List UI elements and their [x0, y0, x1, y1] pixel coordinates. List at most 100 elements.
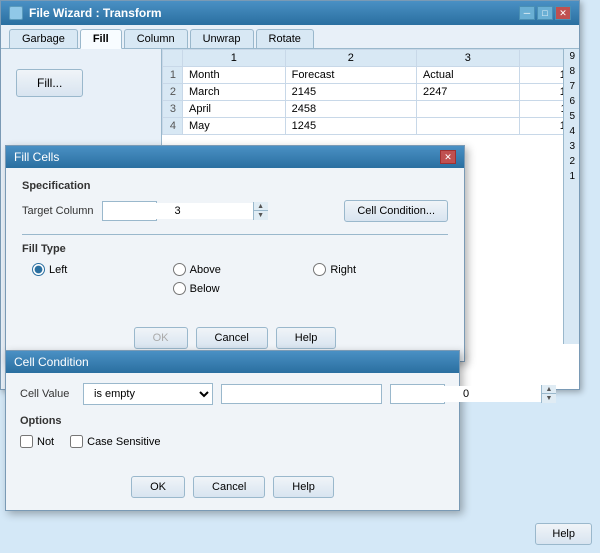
cell-1-1: Month: [183, 67, 286, 84]
grid-scroll[interactable]: 1 2 3 1 Month Forecast Actual 13: [162, 49, 579, 135]
side-num: 2: [564, 154, 579, 169]
title-bar: File Wizard : Transform ─ □ ✕: [1, 1, 579, 25]
condition-select[interactable]: is empty is not empty equals not equals …: [83, 383, 213, 405]
data-grid: 1 2 3 1 Month Forecast Actual 13: [162, 49, 579, 135]
table-row: 1 Month Forecast Actual 13: [163, 67, 579, 84]
cell-condition-ok-button[interactable]: OK: [131, 476, 185, 498]
radio-below-label: Below: [190, 283, 220, 295]
cell-condition-cancel-button[interactable]: Cancel: [193, 476, 265, 498]
side-num: 1: [564, 169, 579, 184]
tab-fill[interactable]: Fill: [80, 29, 122, 49]
fill-cells-help-button[interactable]: Help: [276, 327, 337, 349]
side-num: 5: [564, 109, 579, 124]
checkbox-row: Not Case Sensitive: [20, 435, 445, 448]
wizard-icon: [9, 6, 23, 20]
options-section: Options Not Case Sensitive: [20, 415, 445, 448]
cell-3-2: 2458: [285, 101, 416, 118]
cell-3-1: April: [183, 101, 286, 118]
side-num: 9: [564, 49, 579, 64]
cell-2-1: March: [183, 84, 286, 101]
cell-1-3: Actual: [416, 67, 519, 84]
tab-unwrap[interactable]: Unwrap: [190, 29, 254, 48]
cell-condition-title-bar: Cell Condition: [6, 351, 459, 373]
side-num: 6: [564, 94, 579, 109]
cc-spinner-down[interactable]: ▼: [542, 394, 556, 403]
condition-text-input[interactable]: [221, 384, 382, 404]
cell-value-label: Cell Value: [20, 388, 75, 400]
fill-cells-body: Specification Target Column ▲ ▼ Cell Con…: [6, 168, 464, 319]
side-scrollbar: 9 8 7 6 5 4 3 2 1: [563, 49, 579, 344]
col-header-3: 3: [416, 50, 519, 67]
col-header-rownum: [163, 50, 183, 67]
fill-type-section: Fill Type Left Above Right Below: [22, 243, 448, 295]
side-num: 7: [564, 79, 579, 94]
fill-type-label: Fill Type: [22, 243, 448, 255]
cell-4-1: May: [183, 118, 286, 135]
case-sensitive-checkbox[interactable]: [70, 435, 83, 448]
fill-type-options: Left Above Right Below: [22, 263, 448, 295]
cell-4-2: 1245: [285, 118, 416, 135]
cc-spinner: ▲ ▼: [390, 384, 445, 404]
radio-item-right: Right: [313, 263, 448, 276]
radio-above-label: Above: [190, 264, 221, 276]
cc-spinner-arrows: ▲ ▼: [541, 385, 556, 403]
row-num-4: 4: [163, 118, 183, 135]
radio-left[interactable]: [32, 263, 45, 276]
fill-cells-dialog: Fill Cells ✕ Specification Target Column…: [5, 145, 465, 362]
not-label: Not: [37, 436, 54, 448]
table-row: 4 May 1245 10: [163, 118, 579, 135]
target-column-value[interactable]: [103, 203, 253, 219]
tab-rotate[interactable]: Rotate: [256, 29, 314, 48]
radio-item-above: Above: [173, 263, 308, 276]
cell-2-3: 2247: [416, 84, 519, 101]
cell-1-2: Forecast: [285, 67, 416, 84]
radio-item-below: Below: [173, 282, 308, 295]
row-num-3: 3: [163, 101, 183, 118]
title-bar-left: File Wizard : Transform: [9, 6, 162, 20]
radio-right[interactable]: [313, 263, 326, 276]
not-checkbox-item: Not: [20, 435, 54, 448]
divider: [22, 234, 448, 235]
cell-4-3: [416, 118, 519, 135]
radio-right-label: Right: [330, 264, 356, 276]
side-num: 8: [564, 64, 579, 79]
options-label: Options: [20, 415, 445, 427]
main-help-button[interactable]: Help: [535, 523, 592, 545]
radio-item-left: Left: [32, 263, 167, 276]
fill-cells-ok-button[interactable]: OK: [134, 327, 188, 349]
minimize-button[interactable]: ─: [519, 6, 535, 20]
target-column-spinner: ▲ ▼: [102, 201, 157, 221]
tab-bar: Garbage Fill Column Unwrap Rotate: [1, 25, 579, 49]
col-header-1: 1: [183, 50, 286, 67]
specification-row: Target Column ▲ ▼ Cell Condition...: [22, 200, 448, 222]
radio-above[interactable]: [173, 263, 186, 276]
close-button[interactable]: ✕: [555, 6, 571, 20]
col-header-2: 2: [285, 50, 416, 67]
fill-button[interactable]: Fill...: [16, 69, 83, 97]
tab-column[interactable]: Column: [124, 29, 188, 48]
fill-cells-close-button[interactable]: ✕: [440, 150, 456, 164]
cell-condition-help-button[interactable]: Help: [273, 476, 334, 498]
tab-garbage[interactable]: Garbage: [9, 29, 78, 48]
cell-condition-button[interactable]: Cell Condition...: [344, 200, 448, 222]
table-row: 3 April 2458 11: [163, 101, 579, 118]
fill-cells-cancel-button[interactable]: Cancel: [196, 327, 268, 349]
maximize-button[interactable]: □: [537, 6, 553, 20]
cc-spinner-up[interactable]: ▲: [542, 385, 556, 394]
spinner-up-arrow[interactable]: ▲: [254, 202, 268, 211]
cc-spinner-value[interactable]: [391, 386, 541, 402]
fill-cells-title-bar: Fill Cells ✕: [6, 146, 464, 168]
target-column-label: Target Column: [22, 205, 94, 217]
cell-2-2: 2145: [285, 84, 416, 101]
not-checkbox[interactable]: [20, 435, 33, 448]
title-controls: ─ □ ✕: [519, 6, 571, 20]
spinner-down-arrow[interactable]: ▼: [254, 211, 268, 220]
cell-condition-footer: OK Cancel Help: [6, 468, 459, 510]
radio-below[interactable]: [173, 282, 186, 295]
table-row: 2 March 2145 2247 12: [163, 84, 579, 101]
main-window-title: File Wizard : Transform: [29, 6, 162, 20]
fill-cells-title: Fill Cells: [14, 150, 59, 164]
cell-condition-title: Cell Condition: [14, 355, 89, 369]
cell-value-row: Cell Value is empty is not empty equals …: [20, 383, 445, 405]
row-num-2: 2: [163, 84, 183, 101]
